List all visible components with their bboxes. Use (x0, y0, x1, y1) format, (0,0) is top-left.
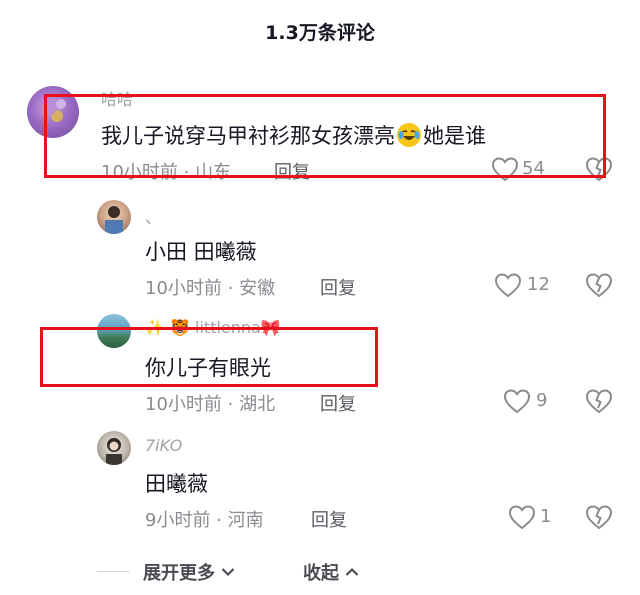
chevron-up-icon (345, 567, 359, 577)
highlight-box (44, 94, 606, 178)
comment-username[interactable]: 7iKO (145, 436, 182, 455)
avatar[interactable] (97, 431, 131, 465)
heart-icon[interactable] (494, 272, 522, 298)
expand-more-button[interactable]: 展开更多 (143, 559, 235, 585)
comments-count-title: 1.3万条评论 (265, 22, 375, 44)
like-count: 1 (540, 506, 552, 527)
dislike-icon[interactable] (585, 272, 613, 298)
reply-button[interactable]: 回复 (311, 506, 347, 532)
comment-meta: 9小时前 · 河南 (145, 510, 264, 531)
like-count: 12 (527, 274, 550, 295)
comment-meta: 10小时前 · 安徽 (145, 278, 276, 299)
heart-icon[interactable] (508, 504, 536, 530)
reply-button[interactable]: 回复 (320, 274, 356, 300)
expand-more-label: 展开更多 (143, 563, 215, 584)
chevron-down-icon (221, 567, 235, 577)
dislike-icon[interactable] (585, 388, 613, 414)
comment-text: 田曦薇 (145, 472, 208, 496)
comment-username[interactable]: 、 (145, 204, 161, 228)
footer-divider (97, 571, 130, 572)
comment-text: 小田 田曦薇 (145, 240, 257, 264)
dislike-icon[interactable] (585, 504, 613, 530)
collapse-button[interactable]: 收起 (303, 559, 359, 585)
avatar[interactable] (97, 200, 131, 234)
comment-meta: 10小时前 · 湖北 (145, 394, 276, 415)
highlight-box (40, 327, 378, 387)
like-count: 9 (536, 390, 548, 411)
collapse-label: 收起 (303, 563, 339, 584)
heart-icon[interactable] (503, 388, 531, 414)
reply-button[interactable]: 回复 (320, 390, 356, 416)
